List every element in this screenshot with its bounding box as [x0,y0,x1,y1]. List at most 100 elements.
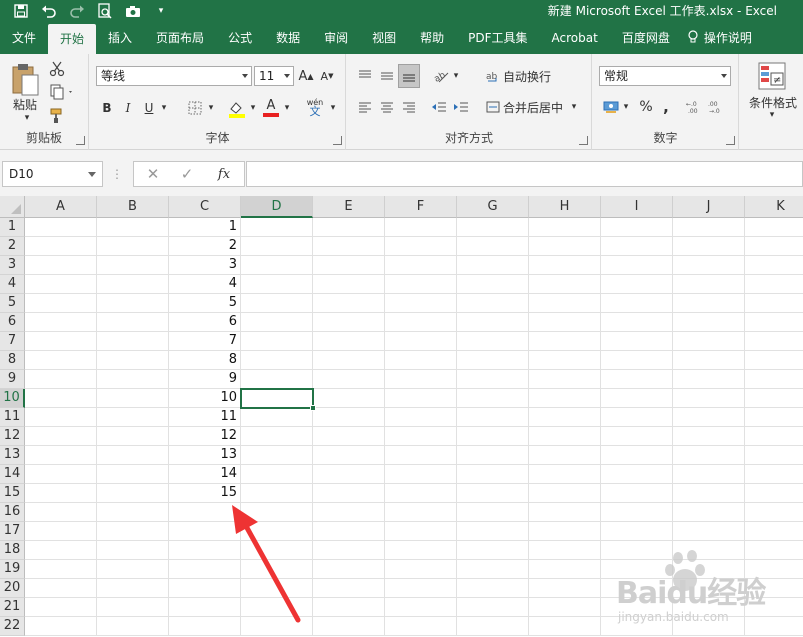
cell-b21[interactable] [97,598,169,617]
cell-k9[interactable] [745,370,803,389]
cell-h8[interactable] [529,351,601,370]
cell-c8[interactable]: 8 [169,351,241,370]
cell-e2[interactable] [313,237,385,256]
cell-i9[interactable] [601,370,673,389]
underline-dropdown-icon[interactable]: ▾ [158,98,170,118]
column-header-k[interactable]: K [745,196,803,218]
cell-f14[interactable] [385,465,457,484]
cell-g22[interactable] [457,617,529,636]
cell-i17[interactable] [601,522,673,541]
cell-f15[interactable] [385,484,457,503]
cell-e13[interactable] [313,446,385,465]
cell-k7[interactable] [745,332,803,351]
cell-j2[interactable] [673,237,745,256]
tab-acrobat[interactable]: Acrobat [540,22,610,54]
cell-d14[interactable] [241,465,313,484]
column-header-j[interactable]: J [673,196,745,218]
cell-d8[interactable] [241,351,313,370]
wrap-text-button[interactable]: 自动换行 [503,66,559,86]
cell-j15[interactable] [673,484,745,503]
cell-f6[interactable] [385,313,457,332]
cell-d12[interactable] [241,427,313,446]
cell-j6[interactable] [673,313,745,332]
cell-j14[interactable] [673,465,745,484]
copy-icon[interactable] [47,82,77,102]
shrink-font-button[interactable]: A ▼ [318,66,336,86]
cell-i3[interactable] [601,256,673,275]
percent-button[interactable]: % [637,97,655,117]
cell-d17[interactable] [241,522,313,541]
cell-f11[interactable] [385,408,457,427]
conditional-format-icon[interactable]: ≠ [756,60,788,92]
cell-k11[interactable] [745,408,803,427]
cell-i10[interactable] [601,389,673,408]
cell-g17[interactable] [457,522,529,541]
redo-icon[interactable] [66,2,88,20]
tab-pdf-tools[interactable]: PDF工具集 [456,22,539,54]
cell-h12[interactable] [529,427,601,446]
cell-k17[interactable] [745,522,803,541]
cell-h18[interactable] [529,541,601,560]
cell-j8[interactable] [673,351,745,370]
fill-color-icon[interactable] [226,98,248,120]
merge-dropdown-icon[interactable]: ▾ [569,97,579,117]
cell-b7[interactable] [97,332,169,351]
cell-d22[interactable] [241,617,313,636]
column-header-a[interactable]: A [25,196,97,218]
comma-button[interactable]: , [659,97,673,117]
phonetic-button[interactable]: wén 文 [302,96,328,118]
select-all-button[interactable] [0,196,25,218]
row-header-7[interactable]: 7 [0,332,25,351]
cell-b6[interactable] [97,313,169,332]
align-right-icon[interactable] [399,97,419,117]
cell-c15[interactable]: 15 [169,484,241,503]
cell-e12[interactable] [313,427,385,446]
merge-center-icon[interactable] [484,97,502,117]
cell-i2[interactable] [601,237,673,256]
tab-insert[interactable]: 插入 [96,22,144,54]
cell-g15[interactable] [457,484,529,503]
cell-j4[interactable] [673,275,745,294]
cell-i14[interactable] [601,465,673,484]
cell-f2[interactable] [385,237,457,256]
cell-a17[interactable] [25,522,97,541]
cell-a11[interactable] [25,408,97,427]
phonetic-dropdown-icon[interactable]: ▾ [328,98,338,118]
cell-f8[interactable] [385,351,457,370]
bold-button[interactable]: B [98,98,116,118]
cell-f17[interactable] [385,522,457,541]
cell-b13[interactable] [97,446,169,465]
tab-home[interactable]: 开始 [48,24,97,54]
tab-file[interactable]: 文件 [0,22,48,54]
row-header-14[interactable]: 14 [0,465,25,484]
cell-k3[interactable] [745,256,803,275]
cell-g5[interactable] [457,294,529,313]
cell-k10[interactable] [745,389,803,408]
cell-g6[interactable] [457,313,529,332]
paste-icon[interactable] [8,62,42,98]
cell-c10[interactable]: 10 [169,389,241,408]
cell-j9[interactable] [673,370,745,389]
cell-c3[interactable]: 3 [169,256,241,275]
cell-h22[interactable] [529,617,601,636]
name-box[interactable]: D10 [2,161,103,187]
clipboard-launcher-icon[interactable] [76,136,85,145]
cell-f10[interactable] [385,389,457,408]
column-header-h[interactable]: H [529,196,601,218]
cell-g14[interactable] [457,465,529,484]
cell-h2[interactable] [529,237,601,256]
cell-i11[interactable] [601,408,673,427]
column-header-i[interactable]: I [601,196,673,218]
align-center-icon[interactable] [377,97,397,117]
cell-a22[interactable] [25,617,97,636]
cell-a1[interactable] [25,218,97,237]
cell-c14[interactable]: 14 [169,465,241,484]
orientation-dropdown-icon[interactable]: ▾ [451,66,461,86]
cell-h3[interactable] [529,256,601,275]
cell-d18[interactable] [241,541,313,560]
cell-k12[interactable] [745,427,803,446]
cell-d20[interactable] [241,579,313,598]
accounting-format-icon[interactable] [601,97,621,117]
cell-g21[interactable] [457,598,529,617]
cell-b16[interactable] [97,503,169,522]
